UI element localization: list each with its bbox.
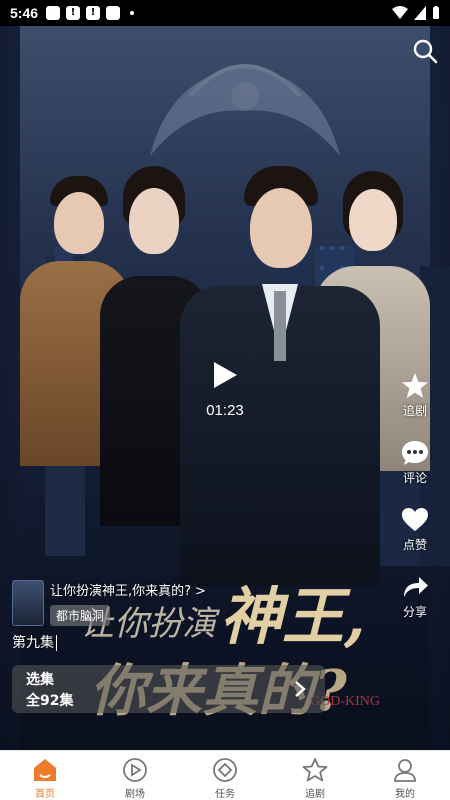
poster-title-line2: 神王, [220, 580, 366, 653]
chevron-right-icon: > [195, 584, 206, 599]
dragon-artwork [150, 64, 340, 156]
battery-icon [433, 6, 439, 19]
series-text: 让你扮演神王,你来真的? > 都市脑洞 [50, 580, 206, 626]
tab-profile[interactable]: 我的 [360, 751, 450, 800]
tab-following[interactable]: 追剧 [270, 751, 360, 800]
share-button[interactable]: 分享 [401, 573, 429, 620]
side-actions: 追剧 评论 点赞 分享 [400, 372, 430, 640]
episode-selector-label: 选集 [26, 672, 54, 688]
series-info[interactable]: 让你扮演神王,你来真的? > 都市脑洞 [12, 580, 206, 626]
text-cursor [56, 635, 57, 651]
comment-icon [402, 441, 428, 465]
follow-series-button[interactable]: 追剧 [401, 372, 429, 419]
heart-icon [402, 508, 428, 531]
status-time: 5:46 [10, 5, 39, 21]
bottom-tab-bar: 首页 剧场 任务 追剧 我的 [0, 750, 450, 800]
current-episode-label: 第九集 [12, 635, 54, 651]
home-icon [34, 759, 56, 781]
tab-following-label: 追剧 [305, 789, 325, 800]
signal-icon [414, 6, 426, 20]
follow-series-label: 追剧 [402, 404, 427, 418]
notification-icon [106, 6, 121, 20]
tab-tasks-label: 任务 [215, 789, 235, 800]
task-icon [213, 758, 237, 782]
episode-count: 全92集 [26, 693, 74, 709]
current-episode: 第九集 [12, 632, 57, 652]
status-indicators [392, 6, 440, 20]
comment-button[interactable]: 评论 [401, 439, 429, 486]
series-thumbnail[interactable] [12, 580, 44, 626]
cast-figure-center-man [180, 166, 380, 586]
like-label: 点赞 [402, 538, 427, 552]
star-icon [402, 373, 428, 398]
tab-tasks[interactable]: 任务 [180, 751, 270, 800]
series-title-text: 让你扮演神王,你来真的? [50, 584, 192, 599]
alert-notification-icon: ! [66, 6, 81, 20]
notification-icon [46, 6, 61, 20]
genre-tag[interactable]: 都市脑洞 [50, 605, 111, 626]
more-notifications-dot-icon [130, 11, 135, 15]
profile-icon [394, 759, 416, 782]
alert-notification-icon: ! [86, 6, 101, 20]
tab-profile-label: 我的 [395, 789, 415, 800]
tab-home-label: 首页 [35, 789, 55, 800]
tab-home[interactable]: 首页 [0, 751, 90, 800]
tab-theater-label: 剧场 [125, 789, 145, 800]
theater-play-icon [123, 758, 147, 782]
wifi-icon [392, 6, 408, 19]
playback-time: 01:23 [206, 402, 244, 419]
star-outline-icon [302, 758, 328, 782]
tab-theater[interactable]: 剧场 [90, 751, 180, 800]
share-label: 分享 [402, 605, 427, 619]
comment-label: 评论 [402, 471, 427, 485]
episode-selector-button[interactable]: 选集 全92集 [12, 665, 325, 713]
play-icon[interactable] [211, 360, 239, 390]
series-title[interactable]: 让你扮演神王,你来真的? > [50, 580, 206, 599]
like-button[interactable]: 点赞 [401, 506, 429, 553]
search-icon[interactable] [412, 38, 438, 64]
status-bar: 5:46 ! ! [0, 0, 450, 26]
share-icon [404, 577, 428, 597]
chevron-right-icon [295, 681, 306, 697]
